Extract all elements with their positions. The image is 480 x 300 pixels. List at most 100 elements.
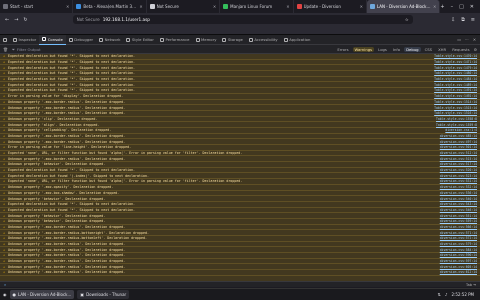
bookmark-star-icon[interactable]: ☆ bbox=[405, 17, 409, 22]
console-source-link[interactable]: Table.style.css:1516:14 bbox=[430, 111, 477, 115]
close-icon[interactable]: ✕ bbox=[433, 4, 436, 9]
close-icon[interactable]: ✕ bbox=[213, 4, 216, 9]
browser-tab[interactable]: Manjaro Linux Forum ✕ bbox=[220, 0, 294, 13]
console-source-link[interactable]: diversion.css:571:14 bbox=[436, 231, 477, 235]
console-source-link[interactable]: diversion.css:612:14 bbox=[436, 270, 477, 274]
taskbar-item-thunar[interactable]: ▣ Downloads - Thunar bbox=[77, 290, 130, 299]
console-source-link[interactable]: Table.style.css:1558:8 bbox=[432, 117, 477, 121]
console-source-link[interactable]: diversion.css:597:14 bbox=[436, 259, 477, 263]
browser-tab[interactable]: Start - start ✕ bbox=[0, 0, 74, 13]
tab-style-editor[interactable]: Style Editor bbox=[123, 35, 156, 45]
filter-requests[interactable]: Requests bbox=[450, 47, 471, 52]
console-source-link[interactable]: Table.style.css:1559:8 bbox=[432, 123, 477, 127]
console-source-link[interactable]: diversion.css:590:14 bbox=[436, 253, 477, 257]
filter-info[interactable]: Info bbox=[391, 47, 402, 52]
console-source-link[interactable]: diversion.css:572:14 bbox=[436, 236, 477, 240]
console-message-text: Unknown property '-moz-border-radius-bot… bbox=[8, 236, 147, 241]
close-icon[interactable]: ✕ bbox=[360, 4, 363, 9]
downloads-icon[interactable]: ⇩ bbox=[451, 17, 455, 23]
menu-icon[interactable]: ≡ bbox=[471, 17, 475, 23]
tab-debugger[interactable]: Debugger bbox=[66, 35, 96, 45]
console-source-link[interactable]: diversion.css:485:14 bbox=[436, 134, 477, 138]
console-message-text: Unknown property '-moz-border-radius'. D… bbox=[8, 253, 126, 258]
filter-xhr[interactable]: XHR bbox=[436, 47, 448, 52]
tab-performance[interactable]: Performance bbox=[157, 35, 193, 45]
console-source-link[interactable]: diversion.css:520:14 bbox=[436, 168, 477, 172]
console-source-link[interactable]: diversion.css:551:14 bbox=[436, 214, 477, 218]
console-source-link[interactable]: diversion.css:566:14 bbox=[436, 225, 477, 229]
console-source-link[interactable]: Table.style.css:1480:14 bbox=[430, 71, 477, 75]
trash-icon[interactable]: 🗑 bbox=[3, 47, 8, 52]
console-input[interactable]: » Tab ⇥ bbox=[0, 281, 480, 287]
volume-icon[interactable]: ♪ bbox=[445, 292, 448, 297]
browser-tab-active[interactable]: LAN - Diversion Ad-Blocking ✕ bbox=[366, 0, 441, 13]
tab-favicon-icon bbox=[296, 4, 302, 9]
close-icon[interactable]: ✕ bbox=[139, 4, 142, 9]
filter-css[interactable]: CSS bbox=[423, 47, 434, 52]
console-source-link[interactable]: diversion.css:540:14 bbox=[436, 197, 477, 201]
devtools-close-icon[interactable]: ✕ bbox=[473, 37, 476, 42]
console-source-link[interactable]: diversion.css:559:14 bbox=[436, 219, 477, 223]
new-tab-icon[interactable]: + bbox=[440, 4, 444, 10]
console-source-link[interactable]: diversion.css:584:14 bbox=[436, 248, 477, 252]
console-settings-icon[interactable]: ⚙ bbox=[474, 47, 477, 52]
tab-memory[interactable]: Memory bbox=[193, 35, 220, 45]
maximize-icon[interactable]: □ bbox=[459, 4, 464, 10]
console-source-link[interactable]: diversion.css:1:4 bbox=[441, 128, 477, 132]
console-message-row[interactable]: ⚠ Unknown property '-moz-border-radius'. … bbox=[0, 270, 480, 276]
responsive-design-icon[interactable]: ▭ bbox=[457, 37, 461, 42]
console-source-link[interactable]: diversion.css:532:14 bbox=[436, 185, 477, 189]
filter-errors[interactable]: Errors bbox=[335, 47, 350, 52]
browser-tab[interactable]: Beta - Alexa(en.Martin 300%) ✕ bbox=[73, 0, 147, 13]
console-source-link[interactable]: diversion.css:517:14 bbox=[436, 162, 477, 166]
app-menu-icon[interactable]: ◉ bbox=[3, 292, 7, 297]
tab-network[interactable]: Network bbox=[96, 35, 123, 45]
console-source-link[interactable]: diversion.css:605:14 bbox=[436, 265, 477, 269]
tab-application[interactable]: Application bbox=[281, 35, 314, 45]
console-source-link[interactable]: Table.style.css:1479:14 bbox=[430, 66, 477, 70]
console-source-link[interactable]: diversion.css:531:14 bbox=[436, 179, 477, 183]
console-source-link[interactable]: diversion.css:512:14 bbox=[436, 151, 477, 155]
console-source-link[interactable]: diversion.css:536:14 bbox=[436, 191, 477, 195]
tab-console[interactable]: Console bbox=[39, 34, 66, 45]
close-window-icon[interactable]: ✕ bbox=[470, 4, 474, 10]
close-icon[interactable]: ✕ bbox=[286, 4, 289, 9]
console-source-link[interactable]: diversion.css:497:14 bbox=[436, 140, 477, 144]
console-source-link[interactable]: Table.style.css:1471:14 bbox=[430, 60, 477, 64]
console-source-link[interactable]: Table.style.css:1491:14 bbox=[430, 88, 477, 92]
pick-element-icon[interactable] bbox=[0, 35, 10, 45]
taskbar-item-browser[interactable]: ● LAN - Diversion Ad-Block... bbox=[9, 290, 75, 299]
console-source-link[interactable]: Table.style.css:1515:14 bbox=[430, 106, 477, 110]
console-source-link[interactable]: diversion.css:515:14 bbox=[436, 157, 477, 161]
console-source-link[interactable]: Table.style.css:1514:14 bbox=[430, 100, 477, 104]
filter-warnings[interactable]: Warnings bbox=[352, 46, 375, 52]
console-source-link[interactable]: diversion.css:546:14 bbox=[436, 208, 477, 212]
browser-tab[interactable]: Not Secure ✕ bbox=[147, 0, 221, 13]
forward-icon[interactable]: → bbox=[14, 17, 18, 23]
console-source-link[interactable]: diversion.css:579:14 bbox=[436, 242, 477, 246]
console-source-link[interactable]: Table.style.css:1489:14 bbox=[430, 83, 477, 87]
console-message-text: Expected declaration but found '*'. Skip… bbox=[8, 54, 136, 59]
reload-icon[interactable]: ↻ bbox=[23, 17, 27, 23]
console-message-text: Unknown property 'cellpadding'. Declarat… bbox=[8, 128, 112, 133]
console-source-link[interactable]: Table.style.css:1492:14 bbox=[430, 94, 477, 98]
console-source-link[interactable]: diversion.css:523:14 bbox=[436, 174, 477, 178]
tab-storage[interactable]: Storage bbox=[219, 35, 245, 45]
console-source-link[interactable]: Table.style.css:1470:14 bbox=[430, 54, 477, 58]
browser-tab[interactable]: Update - Diversion ✕ bbox=[294, 0, 367, 13]
devtools-options-icon[interactable]: ⋯ bbox=[465, 37, 469, 42]
network-tray-icon[interactable]: ⇅ bbox=[438, 292, 441, 297]
extensions-icon[interactable]: ⧉ bbox=[461, 17, 465, 23]
close-icon[interactable]: ✕ bbox=[66, 4, 69, 9]
filter-logs[interactable]: Logs bbox=[376, 47, 389, 52]
filter-input[interactable]: ⏷ Filter Output bbox=[12, 47, 41, 52]
console-source-link[interactable]: diversion.css:543:14 bbox=[436, 202, 477, 206]
minimize-icon[interactable]: – bbox=[451, 4, 454, 10]
url-bar[interactable]: Not Secure 192.168.1.1/user1.asp ☆ bbox=[72, 15, 413, 24]
tab-accessibility[interactable]: Accessibility bbox=[246, 35, 281, 45]
tab-inspector[interactable]: Inspector bbox=[10, 35, 39, 45]
back-icon[interactable]: ← bbox=[5, 17, 9, 23]
console-source-link[interactable]: Table.style.css:1484:14 bbox=[430, 77, 477, 81]
filter-debug[interactable]: Debug bbox=[404, 46, 421, 52]
console-source-link[interactable]: diversion.css:501:14 bbox=[436, 145, 477, 149]
